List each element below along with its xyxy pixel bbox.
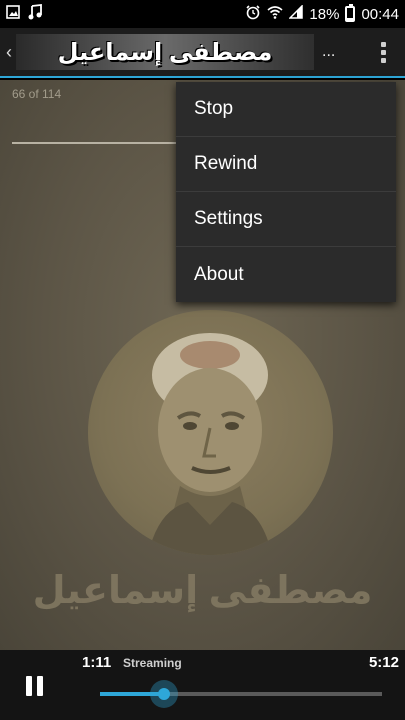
app-title: مصطفى إسماعيل [57,38,273,66]
app-title-banner: مصطفى إسماعيل [16,34,314,70]
music-note-icon [28,3,42,24]
battery-percent: 18% [309,5,340,23]
status-bar: 18% 00:44 [0,0,405,28]
chevron-left-icon[interactable]: ‹ [2,42,16,63]
track-divider [12,142,182,144]
more-vert-icon[interactable] [361,27,405,77]
reciter-portrait-image [148,333,272,555]
battery-fill [347,17,354,20]
reciter-watermark: مصطفى إسماعيل [32,570,373,612]
menu-item-stop[interactable]: Stop [176,82,396,137]
pause-icon[interactable] [26,676,50,698]
title-ellipsis: ... [322,43,336,60]
elapsed-time: 1:11 [82,654,112,671]
battery-icon [345,4,356,22]
image-icon [6,5,20,23]
menu-item-rewind[interactable]: Rewind [176,137,396,192]
app-bar: ‹ مصطفى إسماعيل ... [0,28,405,78]
alarm-icon [245,4,261,24]
menu-item-about[interactable]: About [176,247,396,302]
seek-bar-thumb[interactable] [150,680,179,708]
total-duration: 5:12 [368,654,399,671]
seek-bar[interactable] [100,680,382,708]
reciter-portrait [88,310,333,555]
signal-icon [288,4,304,23]
menu-item-settings[interactable]: Settings [176,192,396,247]
wifi-icon [267,5,283,23]
player-controls: 1:11 Streaming 5:12 [0,650,405,720]
overflow-menu: Stop Rewind Settings About [176,82,396,302]
stream-status: Streaming [123,656,182,670]
track-count: 66 of 114 [12,87,62,101]
clock: 00:44 [361,5,399,23]
